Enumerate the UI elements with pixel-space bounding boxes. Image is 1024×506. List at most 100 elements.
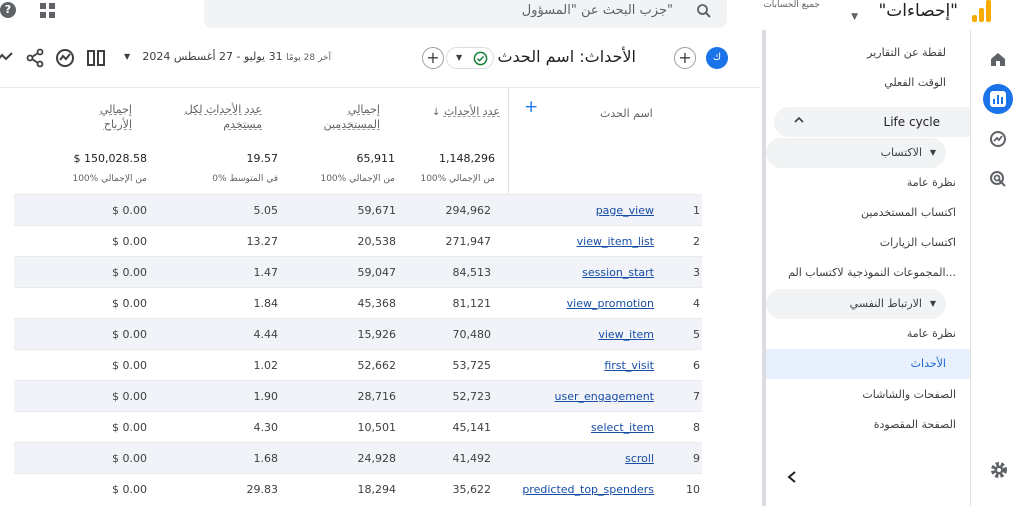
table-row[interactable]: 1 page_view 294,962 59,671 5.05 $ 0.00 — [14, 194, 702, 225]
add-filter-button[interactable]: + — [422, 47, 444, 69]
nav-item-label: الصفحات والشاشات — [862, 388, 956, 401]
total-users-cell: 52,662 — [357, 359, 397, 372]
row-index: 5 — [693, 328, 700, 341]
table-row[interactable]: 5 view_item 70,480 15,926 4.44 $ 0.00 — [14, 318, 702, 349]
nav-item-label: الوقت الفعلي — [884, 76, 946, 89]
table-header: اسم الحدث + ↓ عدد الأحداث إجمالي المستخدم… — [0, 88, 712, 194]
avg-events-per-user: 19.57 — [246, 152, 279, 165]
comparison-avatar[interactable]: ك — [706, 47, 728, 69]
table-row[interactable]: 8 select_item 45,141 10,501 4.30 $ 0.00 — [14, 411, 702, 442]
table-row[interactable]: 3 session_start 84,513 59,047 1.47 $ 0.00 — [14, 256, 702, 287]
nav-item[interactable]: نظرة عامة — [766, 168, 970, 198]
event-name-link[interactable]: page_view — [484, 204, 654, 217]
search-icon — [697, 4, 711, 18]
table-row[interactable]: 10 predicted_top_spenders 35,622 18,294 29.8… — [14, 473, 702, 504]
nav-home[interactable] — [983, 44, 1013, 74]
event-count-cell: 271,947 — [445, 235, 492, 248]
table-row[interactable]: 6 first_visit 53,725 52,662 1.02 $ 0.00 — [14, 349, 702, 380]
column-header-event-name[interactable]: اسم الحدث — [600, 106, 653, 121]
event-name-link[interactable]: select_item — [484, 421, 654, 434]
nav-item-label: اكتساب المستخدمين — [861, 206, 956, 219]
total-event-count-sub: 100% من الإجمالي — [420, 174, 495, 184]
collapse-panel-icon[interactable] — [786, 470, 798, 484]
events-per-user-label-2: مستخدم — [223, 118, 262, 131]
column-header-total-revenue[interactable]: إجمالي الأرباح — [90, 102, 132, 132]
account-dropdown-caret[interactable]: ▼ — [851, 12, 858, 22]
app-title: "إحصاءات" — [878, 1, 958, 21]
total-revenue-cell: $ 0.00 — [112, 204, 147, 217]
event-name-link[interactable]: predicted_top_spenders — [484, 483, 654, 496]
nav-item[interactable]: اكتساب المستخدمين — [766, 198, 970, 228]
event-name-link[interactable]: view_item — [484, 328, 654, 341]
total-users-sub: 100% من الإجمالي — [320, 174, 395, 184]
row-index: 9 — [693, 452, 700, 465]
apps-grid-icon[interactable] — [40, 3, 55, 18]
help-icon[interactable]: ? — [0, 2, 16, 18]
table-row[interactable]: 4 view_promotion 81,121 45,368 1.84 $ 0.00 — [14, 287, 702, 318]
search-placeholder: جزب البحث عن "المسؤول" — [521, 3, 673, 18]
event-name-link[interactable]: user_engagement — [484, 390, 654, 403]
nav-item[interactable]: Life cycle — [774, 107, 970, 137]
trend-icon[interactable] — [0, 47, 16, 69]
nav-item[interactable]: الأحداث — [766, 349, 970, 379]
share-icon[interactable] — [24, 47, 46, 69]
total-users-cell: 10,501 — [357, 421, 397, 434]
total-revenue-label-2: الأرباح — [103, 118, 132, 131]
column-header-event-count[interactable]: ↓ عدد الأحداث — [420, 104, 500, 120]
event-name-link[interactable]: view_item_list — [484, 235, 654, 248]
table-row[interactable]: 9 scroll 41,492 24,928 1.68 $ 0.00 — [14, 442, 702, 473]
settings-gear-icon[interactable] — [989, 460, 1009, 480]
search-bar[interactable]: جزب البحث عن "المسؤول" — [204, 0, 727, 28]
nav-item[interactable]: الارتباط النفسي ▼ — [766, 289, 946, 319]
insights-icon[interactable] — [54, 47, 76, 69]
date-dropdown-icon[interactable]: ▼ — [124, 52, 130, 61]
chevron-down-icon: ▼ — [456, 53, 463, 62]
nav-item-label: الأحداث — [910, 357, 946, 370]
total-users-cell: 18,294 — [357, 483, 397, 496]
nav-reports[interactable] — [983, 84, 1013, 114]
nav-item-label: نظرة عامة — [906, 176, 956, 189]
nav-item-label: الارتباط النفسي — [849, 297, 922, 310]
nav-item[interactable]: الصفحات والشاشات — [766, 380, 970, 410]
nav-advertising[interactable] — [983, 164, 1013, 194]
events-per-user-cell: 13.27 — [246, 235, 279, 248]
total-revenue-cell: $ 0.00 — [112, 235, 147, 248]
total-users-cell: 59,047 — [357, 266, 397, 279]
report-status-chip[interactable]: ▼ — [446, 47, 494, 69]
events-per-user-cell: 1.90 — [253, 390, 279, 403]
event-name-link[interactable]: view_promotion — [484, 297, 654, 310]
nav-item[interactable]: الصفحة المقصودة — [766, 410, 970, 440]
nav-item-label: اكتساب الزيارات — [879, 236, 956, 249]
table-row[interactable]: 7 user_engagement 52,723 28,716 1.90 $ 0.00 — [14, 380, 702, 411]
event-count-cell: 35,622 — [452, 483, 492, 496]
add-comparison-button[interactable]: + — [674, 47, 696, 69]
events-per-user-cell: 4.30 — [253, 421, 279, 434]
nav-explore[interactable] — [983, 124, 1013, 154]
date-range-picker[interactable]: آخر 28 يومًا 31 يوليو - 27 أغسطس 2024 — [126, 50, 331, 63]
add-dimension-icon[interactable]: + — [524, 99, 538, 116]
account-selector-label[interactable]: جميع الحسابات — [763, 0, 820, 10]
row-index: 7 — [693, 390, 700, 403]
event-name-link[interactable]: first_visit — [484, 359, 654, 372]
nav-item[interactable]: لقطة عن التقارير — [766, 38, 970, 68]
event-name-link[interactable]: scroll — [484, 452, 654, 465]
column-header-events-per-user[interactable]: عدد الأحداث لكل مستخدم — [180, 102, 262, 132]
nav-item[interactable]: المجموعات النموذجية لاكتساب الم... — [766, 258, 970, 288]
expand-caret-icon: ▼ — [929, 299, 936, 308]
nav-item[interactable]: اكتساب الزيارات — [766, 228, 970, 258]
nav-item[interactable]: الاكتساب ▼ — [766, 138, 946, 168]
event-name-link[interactable]: session_start — [484, 266, 654, 279]
check-circle-icon — [473, 51, 488, 66]
event-count-cell: 41,492 — [452, 452, 492, 465]
nav-item[interactable]: الوقت الفعلي — [766, 68, 970, 98]
table-row[interactable]: 2 view_item_list 271,947 20,538 13.27 $ 0.00 — [14, 225, 702, 256]
event-count-label: عدد الأحداث — [443, 105, 500, 118]
row-index: 4 — [693, 297, 700, 310]
total-revenue-cell: $ 0.00 — [112, 328, 147, 341]
total-users-cell: 59,671 — [357, 204, 397, 217]
nav-item[interactable]: نظرة عامة — [766, 319, 970, 349]
row-index: 8 — [693, 421, 700, 434]
compare-columns-icon[interactable] — [85, 47, 107, 69]
column-header-total-users[interactable]: إجمالي المستخدمين — [318, 102, 380, 132]
chevron-up-icon — [794, 116, 804, 123]
